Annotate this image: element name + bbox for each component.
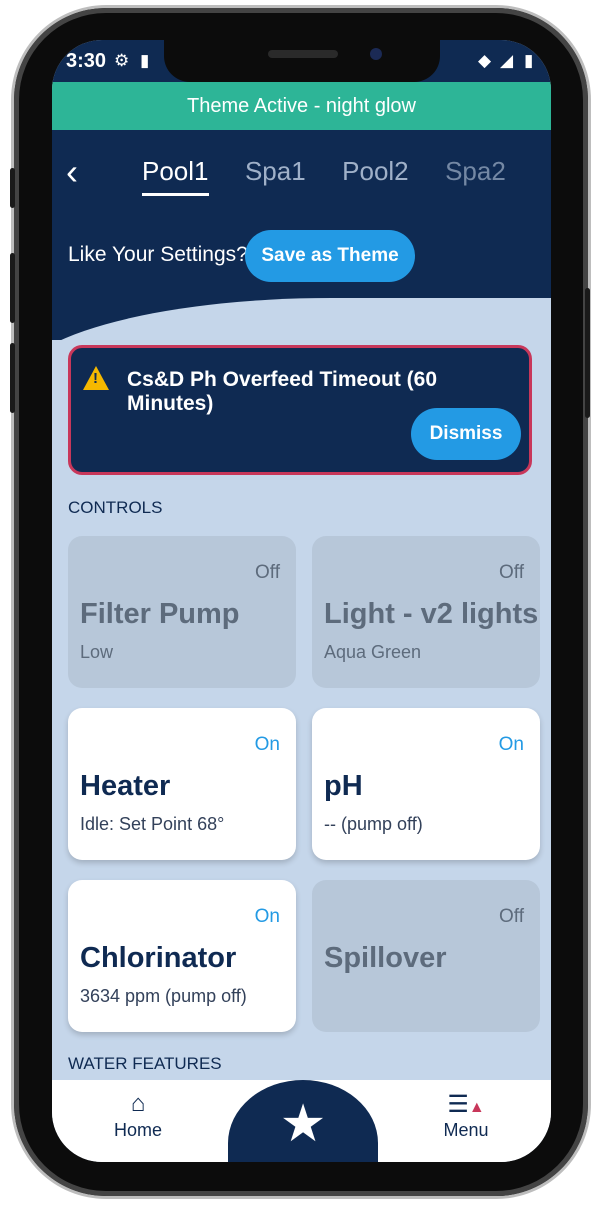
volume-up-button (10, 253, 15, 323)
card-state: On (254, 906, 280, 927)
warning-icon: ! (83, 366, 109, 390)
nav-menu-label: Menu (443, 1120, 489, 1140)
back-chevron-icon[interactable]: ‹ (66, 152, 92, 192)
dismiss-button[interactable]: Dismiss (411, 408, 521, 460)
save-as-theme-button[interactable]: Save as Theme (245, 230, 415, 282)
body-tabs: Pool1 Spa1 Pool2 Spa2 (142, 156, 538, 196)
control-card-light[interactable]: Off Light - v2 lights Aqua Green (312, 536, 540, 688)
battery-icon: ▮ (524, 51, 534, 70)
control-card-spillover[interactable]: Off Spillover (312, 880, 540, 1032)
sd-card-icon: ▮ (140, 51, 150, 70)
theme-active-banner: Theme Active - night glow (52, 82, 551, 130)
card-state: On (498, 734, 524, 755)
card-detail: Idle: Set Point 68° (80, 814, 225, 834)
control-card-filter-pump[interactable]: Off Filter Pump Low (68, 536, 296, 688)
card-state: On (254, 734, 280, 755)
menu-alert-icon: ☰▲ (447, 1091, 485, 1118)
signal-icon: ◢ (500, 51, 514, 70)
speaker-grille (268, 50, 338, 58)
tab-spa1[interactable]: Spa1 (245, 156, 306, 193)
control-card-chlorinator[interactable]: On Chlorinator 3634 ppm (pump off) (68, 880, 296, 1032)
card-state: Off (255, 562, 280, 583)
app-screen: 3:30 ⚙ ▮ ◆ ◢ ▮ Theme Active - night glow… (52, 40, 551, 1162)
power-button (585, 288, 590, 418)
card-name: Spillover (324, 942, 447, 974)
card-name: Heater (80, 770, 171, 802)
card-state: Off (499, 906, 524, 927)
nav-home[interactable]: ⌂ Home (78, 1090, 198, 1141)
volume-down-button (10, 343, 15, 413)
alert-card: ! Cs&D Ph Overfeed Timeout (60 Minutes) … (68, 345, 532, 475)
tab-pool2[interactable]: Pool2 (342, 156, 409, 193)
gear-icon: ⚙ (114, 51, 130, 70)
control-card-ph[interactable]: On pH -- (pump off) (312, 708, 540, 860)
control-card-heater[interactable]: On Heater Idle: Set Point 68° (68, 708, 296, 860)
card-name: Filter Pump (80, 598, 240, 630)
card-state: Off (499, 562, 524, 583)
card-name: Light - v2 lights (324, 598, 539, 630)
card-name: pH (324, 770, 363, 802)
like-settings-text: Like Your Settings? (68, 243, 248, 266)
card-detail: Low (80, 642, 114, 662)
notch (164, 40, 440, 82)
home-icon: ⌂ (130, 1090, 146, 1117)
water-features-heading: WATER FEATURES (68, 1054, 222, 1073)
tab-spa2[interactable]: Spa2 (445, 156, 506, 193)
wifi-icon: ◆ (478, 51, 492, 70)
card-detail: 3634 ppm (pump off) (80, 986, 247, 1006)
card-detail: -- (pump off) (324, 814, 423, 834)
banner-text: Theme Active - night glow (187, 95, 416, 117)
nav-menu[interactable]: ☰▲ Menu (406, 1090, 526, 1141)
card-detail: Aqua Green (324, 642, 422, 662)
front-camera (370, 48, 382, 60)
mute-switch (10, 168, 15, 208)
star-icon: ★ (279, 1095, 327, 1153)
card-name: Chlorinator (80, 942, 237, 974)
nav-home-label: Home (113, 1120, 162, 1140)
clock: 3:30 (66, 50, 107, 72)
tab-pool1[interactable]: Pool1 (142, 156, 209, 196)
controls-heading: CONTROLS (68, 498, 163, 517)
